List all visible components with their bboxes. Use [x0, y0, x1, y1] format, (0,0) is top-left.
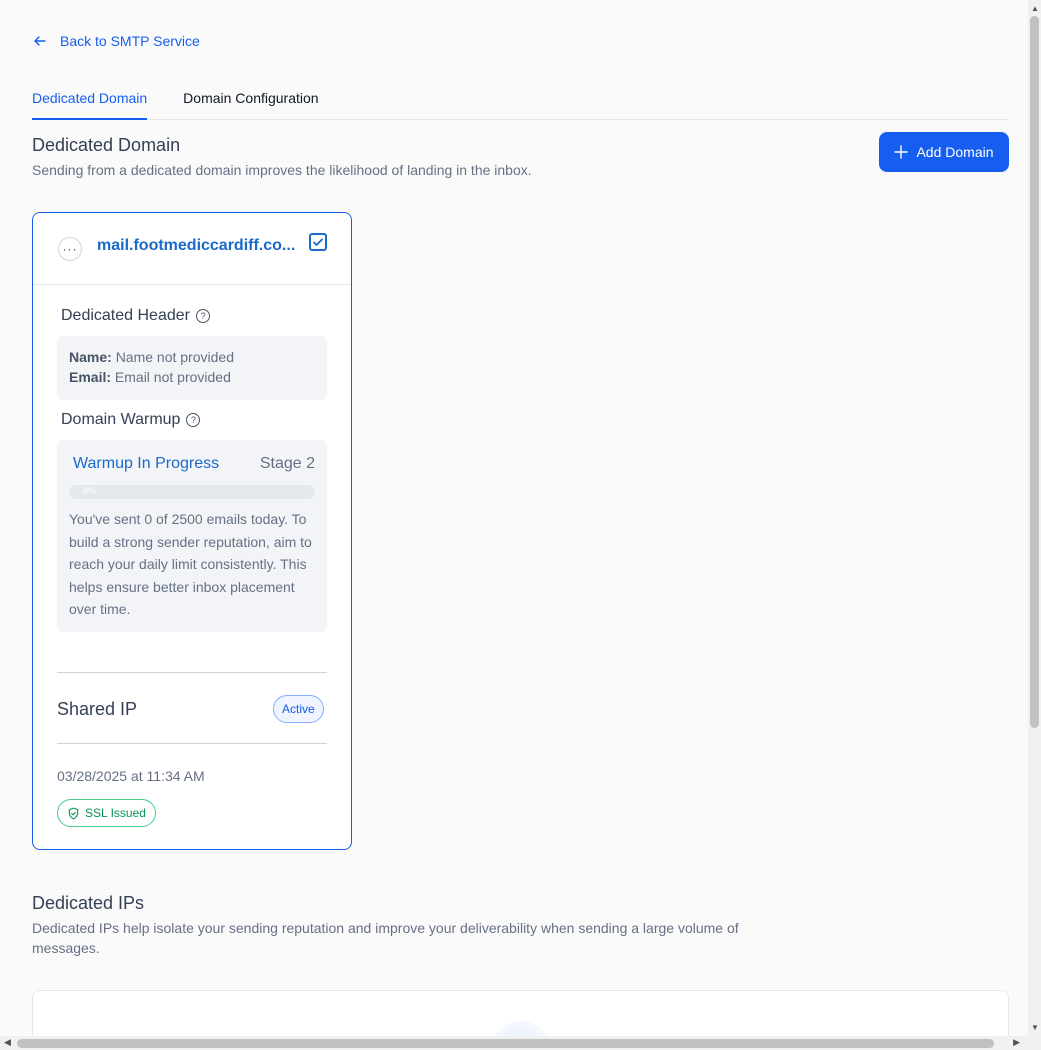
name-value: Name not provided — [115, 349, 234, 365]
header-email-line: Email: Email not provided — [69, 367, 315, 387]
more-options-icon[interactable]: ··· — [58, 237, 82, 261]
dedicated-ips-subtitle: Dedicated IPs help isolate your sending … — [32, 920, 739, 956]
header-info-box: Name: Name not provided Email: Email not… — [57, 336, 327, 400]
scroll-down-icon[interactable]: ▼ — [1031, 1023, 1039, 1032]
page: Back to SMTP Service Dedicated Domain Do… — [0, 0, 1028, 1036]
back-link-label: Back to SMTP Service — [60, 33, 200, 49]
vertical-scroll-thumb[interactable] — [1030, 16, 1039, 728]
scroll-right-icon[interactable]: ▶ — [1013, 1037, 1020, 1048]
divider — [57, 743, 327, 744]
domain-card[interactable]: ··· mail.footmediccardiff.co... Dedicate… — [32, 212, 352, 850]
warmup-status: Warmup In Progress — [73, 455, 220, 472]
created-date: 03/28/2025 at 11:34 AM — [57, 768, 205, 784]
name-label: Name: — [69, 349, 112, 365]
divider — [57, 672, 327, 673]
horizontal-scrollbar[interactable]: ◀ ▶ — [0, 1036, 1028, 1050]
header-name-line: Name: Name not provided — [69, 347, 315, 367]
dedicated-domain-subtitle: Sending from a dedicated domain improves… — [32, 162, 532, 178]
scroll-up-icon[interactable]: ▲ — [1031, 4, 1039, 13]
ip-type: Shared IP — [57, 699, 138, 719]
tab-dedicated-domain[interactable]: Dedicated Domain — [32, 86, 148, 120]
email-value: Email not provided — [114, 369, 231, 385]
dedicated-domain-title: Dedicated Domain — [32, 135, 181, 155]
horizontal-scroll-thumb[interactable] — [17, 1039, 994, 1048]
checkmark-icon — [313, 238, 323, 246]
progress-label: 0% — [83, 486, 97, 496]
dedicated-ips-title: Dedicated IPs — [32, 893, 145, 913]
warmup-stage: Stage 2 — [259, 455, 315, 472]
add-domain-button[interactable]: Add Domain — [879, 132, 1009, 172]
tab-domain-configuration[interactable]: Domain Configuration — [183, 86, 318, 120]
dedicated-header-title: Dedicated Header — [61, 307, 190, 324]
help-icon[interactable]: ? — [195, 309, 210, 323]
plus-icon — [894, 145, 909, 159]
ip-status-badge: Active — [273, 695, 324, 723]
domain-select-checkbox[interactable] — [309, 233, 327, 251]
domain-name[interactable]: mail.footmediccardiff.co... — [97, 237, 301, 255]
help-icon[interactable]: ? — [186, 413, 201, 427]
domain-warmup-heading: Domain Warmup ? — [61, 411, 201, 429]
arrow-left-icon — [34, 36, 46, 46]
warmup-description: You've sent 0 of 2500 emails today. To b… — [69, 511, 312, 617]
ssl-status-badge: SSL Issued — [57, 799, 156, 827]
empty-state-icon — [491, 1021, 551, 1036]
email-label: Email: — [69, 369, 112, 385]
scroll-left-icon[interactable]: ◀ — [4, 1037, 11, 1048]
domain-warmup-title: Domain Warmup — [61, 411, 181, 428]
dedicated-header-heading: Dedicated Header ? — [61, 307, 210, 325]
scrollbar-corner — [1028, 1036, 1041, 1050]
warmup-box: Warmup In Progress Stage 2 0% You've sen… — [57, 440, 327, 632]
dedicated-ips-panel — [32, 990, 1009, 1036]
warmup-progress-bar: 0% — [69, 485, 315, 499]
domain-card-header: ··· mail.footmediccardiff.co... — [33, 213, 351, 285]
shield-check-icon — [68, 807, 79, 819]
add-domain-label: Add Domain — [916, 144, 994, 160]
vertical-scrollbar[interactable]: ▲ ▼ — [1028, 0, 1041, 1036]
back-to-smtp-link[interactable]: Back to SMTP Service — [32, 33, 200, 49]
tab-bar: Dedicated Domain Domain Configuration — [32, 86, 1008, 120]
ssl-badge-label: SSL Issued — [85, 806, 146, 820]
